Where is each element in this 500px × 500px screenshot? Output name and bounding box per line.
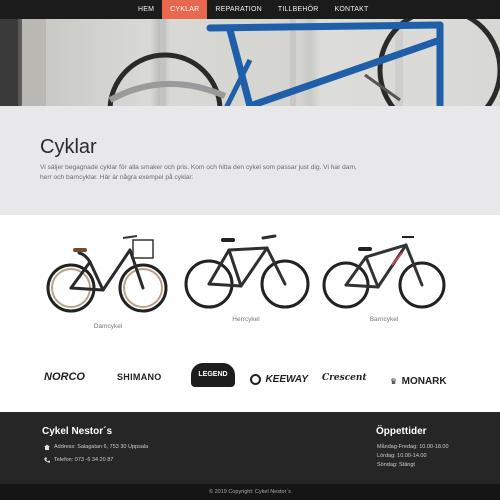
page-title: Cyklar xyxy=(40,136,97,158)
footer-hours-weekday: Måndag-Fredag: 10.00-18.00 xyxy=(377,444,449,450)
footer-address: Address: Salagatan 6, 753 30 Uppsala xyxy=(54,444,149,450)
nav-item-kontakt[interactable]: KONTAKT xyxy=(327,0,377,19)
brand-logo-keeway-text: KEEWAY xyxy=(265,374,309,386)
brand-logo-norco: NORCO xyxy=(44,371,85,383)
copyright-bar: © 2019 Copyright: Cykel Nestor´s xyxy=(0,484,500,500)
footer-phone: Telefon: 073 -6 34 20 87 xyxy=(54,457,114,463)
crown-icon: ♛ xyxy=(390,377,398,386)
nav-item-reparation[interactable]: REPARATION xyxy=(207,0,269,19)
bike-caption-herrcykel: Herrcykel xyxy=(232,316,260,323)
intro-text: Vi säljer begagnade cyklar för alla smak… xyxy=(40,164,357,181)
kids-bike-image xyxy=(322,236,446,309)
top-navbar: HEM CYKLAR REPARATION TILLBEHÖR KONTAKT xyxy=(0,0,500,19)
brand-logo-keeway: KEEWAY xyxy=(250,371,308,389)
footer-hours-sunday: Söndag: Stängt xyxy=(377,462,415,468)
footer-hours-saturday: Lördag: 10.00-14.00 xyxy=(377,453,427,459)
nav-item-cyklar[interactable]: CYKLAR xyxy=(162,0,208,19)
women-bike-image xyxy=(46,235,168,313)
nav-menu: HEM CYKLAR REPARATION TILLBEHÖR KONTAKT xyxy=(130,0,377,19)
nav-item-tillbehor[interactable]: TILLBEHÖR xyxy=(270,0,327,19)
home-icon xyxy=(44,444,50,450)
footer: Cykel Nestor´s Address: Salagatan 6, 753… xyxy=(0,412,500,484)
brand-logo-legend-text: LEGEND xyxy=(198,371,228,378)
brand-logo-monark-text: MONARK xyxy=(401,376,447,387)
nav-item-hem[interactable]: HEM xyxy=(130,0,162,19)
keeway-circle-icon xyxy=(250,374,261,386)
footer-company-name: Cykel Nestor´s xyxy=(42,426,113,437)
intro-section: Cyklar Vi säljer begagnade cyklar för al… xyxy=(0,106,500,215)
footer-hours-title: Öppettider xyxy=(376,426,427,437)
brand-logo-monark: ♛ MONARK xyxy=(390,371,447,389)
brand-logo-shimano: SHIMANO xyxy=(117,372,162,382)
men-bike-image xyxy=(184,234,310,309)
brand-logo-crescent: Crescent xyxy=(322,373,367,383)
bike-caption-barncykel: Barncykel xyxy=(369,316,399,323)
phone-icon xyxy=(44,457,50,463)
bike-caption-damcykel: Damcykel xyxy=(93,323,123,330)
brand-logo-legend: LEGEND xyxy=(191,363,235,387)
